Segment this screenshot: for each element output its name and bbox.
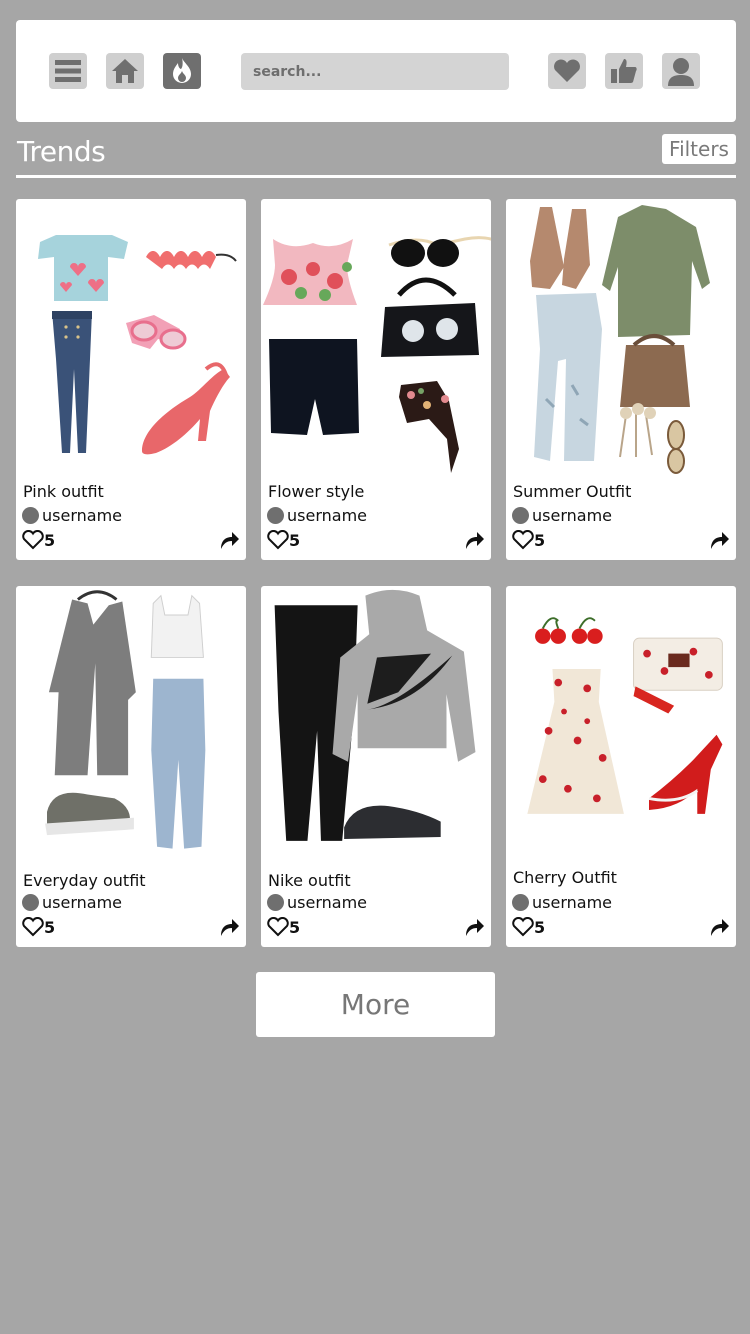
- like-count: 5: [289, 917, 301, 937]
- outfit-card[interactable]: Cherry Outfit username 5: [506, 586, 736, 947]
- username: username: [287, 506, 367, 525]
- heart-outline-icon: [512, 530, 534, 550]
- author[interactable]: username: [512, 893, 612, 912]
- likes-button[interactable]: [605, 53, 643, 89]
- outfit-title: Summer Outfit: [513, 482, 632, 501]
- outfit-card[interactable]: Nike outfit username 5: [261, 586, 491, 947]
- outfit-title: Cherry Outfit: [513, 868, 617, 887]
- more-button[interactable]: More: [256, 972, 495, 1037]
- username: username: [42, 506, 122, 525]
- author[interactable]: username: [22, 506, 122, 525]
- avatar: [267, 894, 284, 911]
- flame-icon: [173, 58, 191, 83]
- divider: [16, 175, 736, 178]
- outfit-card[interactable]: Flower style username 5: [261, 199, 491, 560]
- search-input[interactable]: [241, 53, 509, 90]
- like-button[interactable]: 5: [22, 917, 55, 937]
- share-arrow-icon: [466, 919, 484, 936]
- like-count: 5: [44, 530, 56, 550]
- outfit-card[interactable]: Pink outfit username 5: [16, 199, 246, 560]
- share-button[interactable]: [219, 917, 239, 941]
- outfit-title: Everyday outfit: [23, 871, 146, 890]
- profile-button[interactable]: [662, 53, 700, 89]
- top-navigation-bar: [16, 20, 736, 122]
- share-button[interactable]: [464, 917, 484, 941]
- like-count: 5: [44, 917, 56, 937]
- outfit-title: Nike outfit: [268, 871, 351, 890]
- home-button[interactable]: [106, 53, 144, 89]
- outfit-card[interactable]: Summer Outfit username 5: [506, 199, 736, 560]
- avatar: [512, 507, 529, 524]
- like-button[interactable]: 5: [267, 530, 300, 550]
- like-count: 5: [289, 530, 301, 550]
- thumbs-up-icon: [611, 59, 637, 83]
- outfit-image: [274, 589, 476, 841]
- home-icon: [112, 59, 138, 83]
- share-arrow-icon: [221, 919, 239, 936]
- menu-button[interactable]: [49, 53, 87, 89]
- outfit-image: [38, 235, 237, 455]
- share-arrow-icon: [466, 532, 484, 549]
- outfit-image: [530, 205, 710, 474]
- avatar: [22, 507, 39, 524]
- outfit-title: Flower style: [268, 482, 365, 501]
- heart-outline-icon: [22, 530, 44, 550]
- filters-button[interactable]: Filters: [662, 134, 736, 164]
- like-count: 5: [534, 917, 546, 937]
- share-button[interactable]: [709, 530, 729, 554]
- heart-outline-icon: [512, 917, 534, 937]
- like-button[interactable]: 5: [22, 530, 55, 550]
- menu-icon: [55, 60, 81, 82]
- username: username: [287, 893, 367, 912]
- avatar: [22, 894, 39, 911]
- share-button[interactable]: [709, 917, 729, 941]
- like-button[interactable]: 5: [267, 917, 300, 937]
- username: username: [532, 506, 612, 525]
- author[interactable]: username: [512, 506, 612, 525]
- share-button[interactable]: [464, 530, 484, 554]
- like-count: 5: [534, 530, 546, 550]
- heart-outline-icon: [267, 917, 289, 937]
- author[interactable]: username: [267, 506, 367, 525]
- author[interactable]: username: [267, 893, 367, 912]
- outfit-card[interactable]: Everyday outfit username 5: [16, 586, 246, 947]
- share-button[interactable]: [219, 530, 239, 554]
- username: username: [532, 893, 612, 912]
- user-icon: [668, 58, 694, 86]
- share-arrow-icon: [711, 532, 729, 549]
- avatar: [512, 894, 529, 911]
- heart-outline-icon: [22, 917, 44, 937]
- outfit-image: [263, 236, 491, 473]
- outfit-image: [527, 617, 723, 814]
- section-title: Trends: [17, 135, 106, 168]
- username: username: [42, 893, 122, 912]
- like-button[interactable]: 5: [512, 917, 545, 937]
- favorites-button[interactable]: [548, 53, 586, 89]
- share-arrow-icon: [711, 919, 729, 936]
- outfit-image: [45, 590, 206, 849]
- author[interactable]: username: [22, 893, 122, 912]
- heart-outline-icon: [267, 530, 289, 550]
- outfit-title: Pink outfit: [23, 482, 104, 501]
- share-arrow-icon: [221, 532, 239, 549]
- avatar: [267, 507, 284, 524]
- heart-icon: [554, 59, 580, 82]
- like-button[interactable]: 5: [512, 530, 545, 550]
- trending-button[interactable]: [163, 53, 201, 89]
